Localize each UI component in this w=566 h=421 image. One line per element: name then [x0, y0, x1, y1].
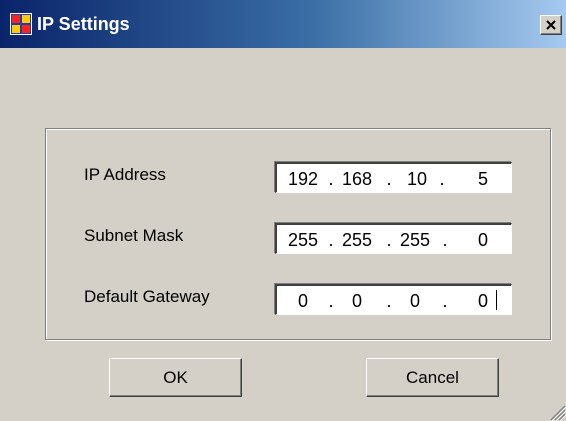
close-icon: [546, 20, 556, 30]
ip-address-octet-4[interactable]: 5: [463, 168, 503, 190]
octet-separator: .: [386, 230, 392, 250]
app-window-icon: [10, 13, 32, 35]
subnet-mask-field[interactable]: 255 . 255 . 255 . 0: [275, 223, 512, 254]
subnet-mask-octet-2[interactable]: 255: [337, 229, 377, 251]
ip-address-label: IP Address: [84, 165, 166, 184]
text-cursor: [496, 290, 497, 310]
default-gateway-label: Default Gateway: [84, 287, 210, 306]
close-button[interactable]: [540, 15, 562, 35]
subnet-mask-octet-4[interactable]: 0: [463, 229, 503, 251]
ip-settings-dialog: IP Settings IP Address 192 . 168 . 10 . …: [0, 0, 566, 421]
subnet-mask-label: Subnet Mask: [84, 226, 184, 245]
ok-button[interactable]: OK: [109, 358, 242, 397]
octet-separator: .: [442, 291, 448, 311]
octet-separator: .: [442, 230, 448, 250]
ip-address-field[interactable]: 192 . 168 . 10 . 5: [275, 162, 512, 193]
octet-separator: .: [328, 291, 334, 311]
default-gateway-field[interactable]: 0 . 0 . 0 . 0: [275, 284, 512, 315]
octet-separator: .: [439, 169, 445, 189]
ip-address-octet-1[interactable]: 192: [283, 168, 323, 190]
cancel-button[interactable]: Cancel: [366, 358, 499, 397]
default-gateway-octet-2[interactable]: 0: [337, 290, 377, 312]
window-title: IP Settings: [37, 14, 130, 34]
ip-address-octet-3[interactable]: 10: [397, 168, 437, 190]
default-gateway-octet-4[interactable]: 0: [463, 290, 503, 312]
ip-address-octet-2[interactable]: 168: [337, 168, 377, 190]
default-gateway-octet-1[interactable]: 0: [283, 290, 323, 312]
subnet-mask-octet-1[interactable]: 255: [283, 229, 323, 251]
octet-separator: .: [328, 169, 334, 189]
title-bar[interactable]: IP Settings: [0, 0, 566, 48]
subnet-mask-octet-3[interactable]: 255: [395, 229, 435, 251]
octet-separator: .: [328, 230, 334, 250]
octet-separator: .: [386, 169, 392, 189]
octet-separator: .: [386, 291, 392, 311]
resize-grip-icon[interactable]: [548, 402, 566, 421]
default-gateway-octet-3[interactable]: 0: [395, 290, 435, 312]
